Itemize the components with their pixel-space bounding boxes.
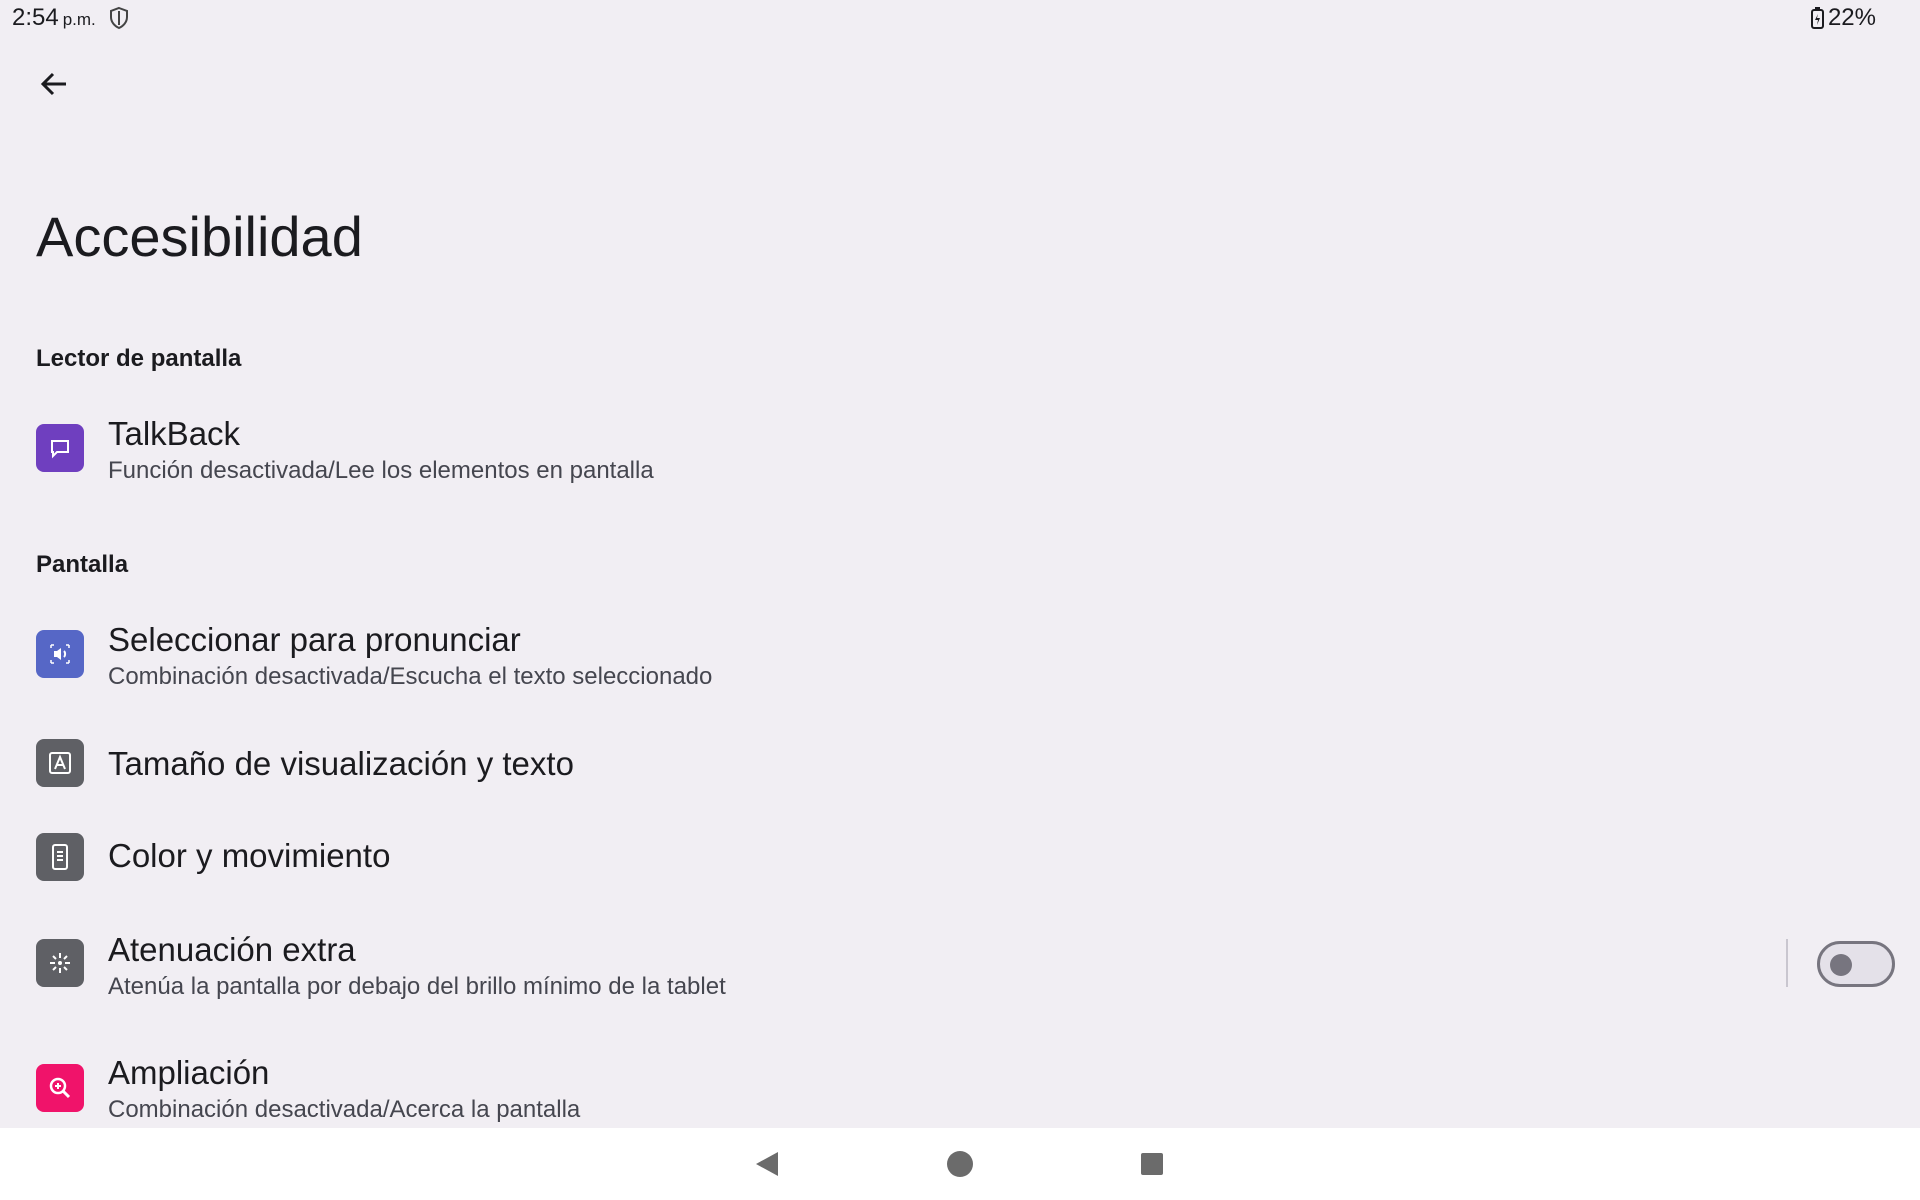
item-title: Ampliación <box>108 1054 270 1091</box>
item-title: Tamaño de visualización y texto <box>108 745 574 782</box>
item-summary: Combinación desactivada/Escucha el texto… <box>108 663 713 690</box>
battery-icon <box>1810 7 1824 29</box>
nav-recents-icon[interactable] <box>1134 1146 1170 1182</box>
extra-dim-toggle[interactable] <box>1817 941 1895 987</box>
battery-indicator: 22% <box>1810 4 1876 32</box>
section-header-display: Pantalla <box>36 551 129 578</box>
status-bar: 2:54 p.m. 22% <box>0 0 1920 36</box>
list-item-display-size[interactable]: Tamaño de visualización y texto <box>0 718 1920 808</box>
nav-home-icon[interactable] <box>942 1146 978 1182</box>
list-item-magnification[interactable]: Ampliación Combinación desactivada/Acerc… <box>0 1045 1920 1135</box>
list-item-extra-dim[interactable]: Atenuación extra Atenúa la pantalla por … <box>0 920 1920 1010</box>
item-title: Color y movimiento <box>108 837 391 874</box>
item-summary: Función desactivada/Lee los elementos en… <box>108 457 654 484</box>
magnify-icon <box>36 1064 84 1112</box>
toggle-knob <box>1830 954 1852 976</box>
phone-color-icon <box>36 833 84 881</box>
list-item-color-motion[interactable]: Color y movimiento <box>0 812 1920 902</box>
dim-icon <box>36 939 84 987</box>
battery-percent: 22% <box>1827 4 1876 31</box>
section-header-screen-reader: Lector de pantalla <box>36 345 242 372</box>
item-summary: Combinación desactivada/Acerca la pantal… <box>108 1096 581 1123</box>
navigation-bar <box>0 1128 1920 1200</box>
item-summary: Atenúa la pantalla por debajo del brillo… <box>108 973 726 1000</box>
back-arrow-icon[interactable] <box>36 66 72 102</box>
page-title: Accesibilidad <box>36 205 363 268</box>
toggle-divider <box>1786 939 1788 987</box>
speaker-icon <box>36 630 84 678</box>
shield-icon <box>110 6 128 30</box>
item-title: Seleccionar para pronunciar <box>108 621 521 658</box>
nav-back-icon[interactable] <box>750 1146 786 1182</box>
talkback-icon <box>36 424 84 472</box>
status-time: 2:54 p.m. <box>12 4 96 31</box>
item-title: Atenuación extra <box>108 931 356 968</box>
text-size-icon <box>36 739 84 787</box>
item-title: TalkBack <box>108 415 241 452</box>
list-item-talkback[interactable]: TalkBack Función desactivada/Lee los ele… <box>0 410 1920 500</box>
list-item-select-to-speak[interactable]: Seleccionar para pronunciar Combinación … <box>0 616 1920 706</box>
